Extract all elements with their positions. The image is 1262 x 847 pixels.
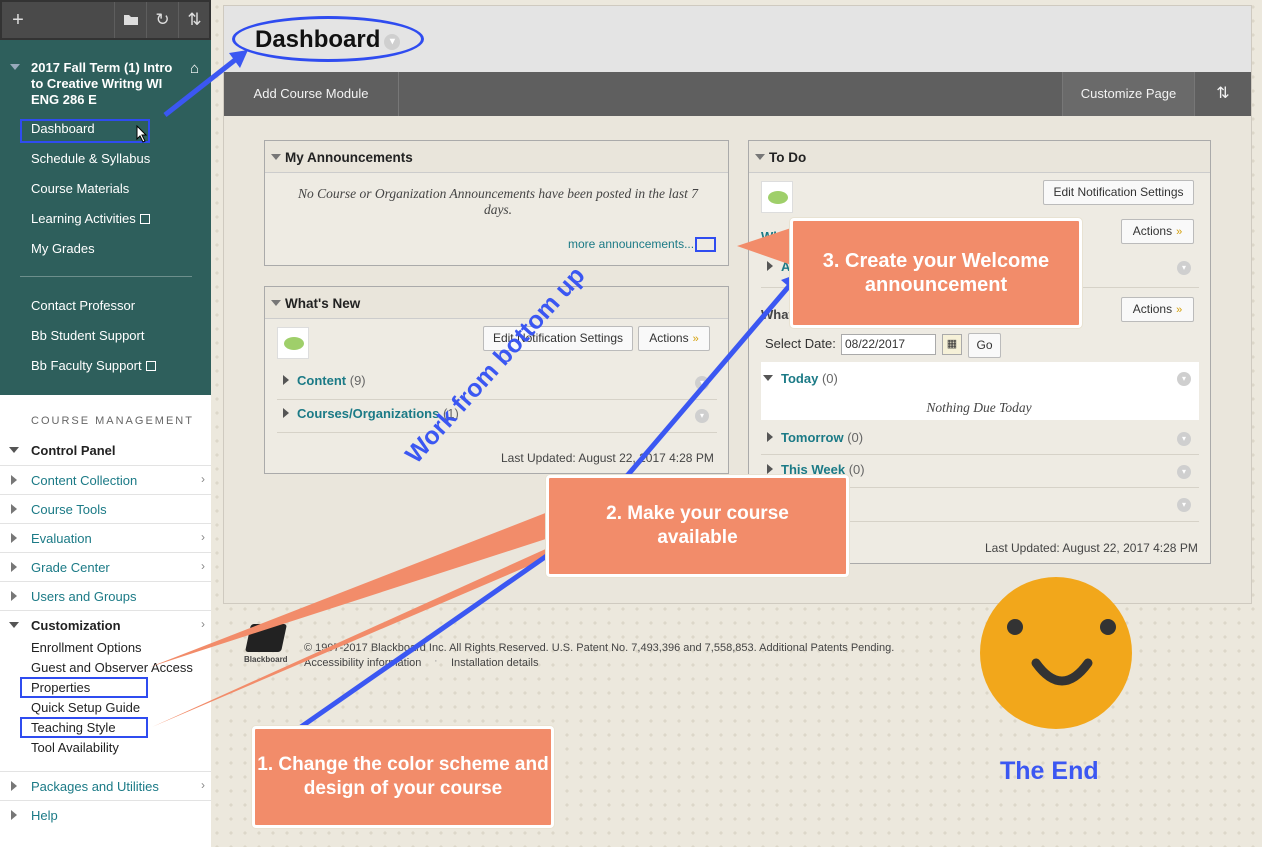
properties-highlight [20, 677, 148, 698]
callout-step-3: 3. Create your Welcome announcement [790, 218, 1082, 328]
callout-step-2: 2. Make your course available [546, 475, 849, 577]
dashboard-highlight [20, 119, 150, 143]
title-highlight [232, 16, 424, 62]
callout-step-1: 1. Change the color scheme and design of… [252, 726, 554, 828]
more-announcements-highlight [695, 237, 716, 252]
teaching-style-highlight [20, 717, 148, 738]
smiley-face-icon [980, 577, 1132, 729]
cursor-icon [136, 125, 148, 143]
callout-pointer [152, 538, 570, 727]
the-end-label: The End [1000, 757, 1099, 785]
